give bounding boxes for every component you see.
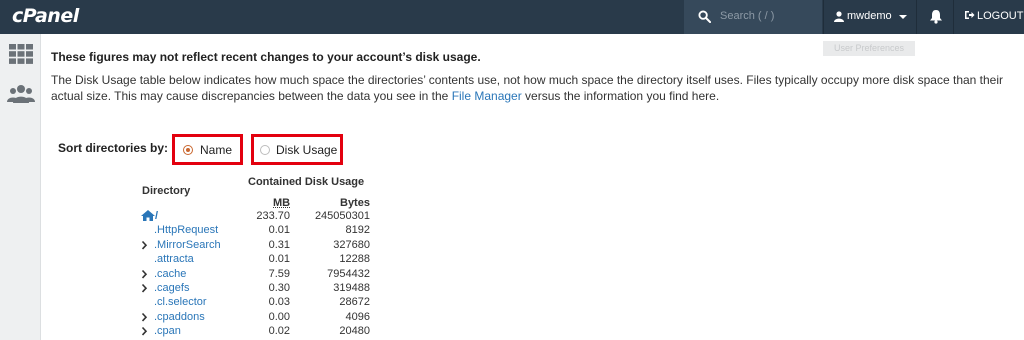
radio-unselected-icon bbox=[260, 145, 270, 155]
chevron-right-icon[interactable] bbox=[141, 311, 148, 323]
sort-by-name-radio[interactable]: Name bbox=[172, 134, 243, 165]
directory-link[interactable]: .cpaddons bbox=[154, 311, 205, 323]
description-text-end: versus the information you find here. bbox=[521, 89, 720, 103]
search-icon bbox=[698, 10, 711, 23]
mb-value: 7.59 bbox=[268, 267, 290, 280]
table-row: .cl.selector 0.03 28672 bbox=[51, 296, 451, 310]
chevron-right-icon[interactable] bbox=[141, 325, 148, 337]
mb-column-header: MB bbox=[273, 197, 291, 209]
grid-icon[interactable] bbox=[9, 44, 33, 64]
home-icon[interactable] bbox=[141, 210, 155, 221]
mb-value: 0.03 bbox=[268, 296, 290, 309]
mb-value: 0.02 bbox=[268, 325, 290, 338]
table-row: .HttpRequest 0.01 8192 bbox=[51, 224, 451, 238]
table-row: .MirrorSearch 0.31 327680 bbox=[51, 239, 451, 253]
users-icon[interactable] bbox=[7, 84, 35, 104]
search-input[interactable]: Search ( / ) bbox=[684, 0, 822, 34]
directory-link[interactable]: .cpan bbox=[154, 325, 181, 337]
table-row: .cpan 0.02 20480 bbox=[51, 325, 451, 339]
mb-value: 0.00 bbox=[268, 310, 290, 323]
logout-label: LOGOUT bbox=[977, 10, 1024, 22]
mb-value: 0.01 bbox=[268, 224, 290, 237]
bytes-value: 327680 bbox=[333, 238, 370, 251]
table-row: / 233.70 245050301 bbox=[51, 210, 451, 224]
logout-button[interactable]: LOGOUT bbox=[964, 10, 1023, 22]
user-menu-tooltip: User Preferences bbox=[823, 41, 915, 56]
sort-by-disk-usage-radio[interactable]: Disk Usage bbox=[251, 134, 343, 165]
top-bar: cPanel Search ( / ) mwdemo LOGOUT bbox=[0, 0, 1024, 34]
bytes-column-header: Bytes bbox=[340, 197, 370, 209]
notifications-button[interactable] bbox=[916, 0, 954, 34]
table-row: .cpaddons 0.00 4096 bbox=[51, 311, 451, 325]
directory-column-header: Directory bbox=[142, 185, 191, 197]
user-icon bbox=[834, 11, 844, 22]
search-placeholder: Search ( / ) bbox=[720, 10, 775, 22]
disk-usage-description: The Disk Usage table below indicates how… bbox=[51, 72, 1006, 104]
table-row: .cagefs 0.30 319488 bbox=[51, 282, 451, 296]
file-manager-link[interactable]: File Manager bbox=[452, 89, 522, 103]
user-menu-button[interactable]: mwdemo bbox=[823, 0, 915, 34]
bytes-value: 8192 bbox=[345, 224, 370, 237]
cpanel-logo[interactable]: cPanel bbox=[12, 5, 79, 27]
directory-link[interactable]: .HttpRequest bbox=[154, 224, 218, 236]
bytes-value: 28672 bbox=[339, 296, 370, 309]
username: mwdemo bbox=[847, 10, 892, 22]
chevron-right-icon[interactable] bbox=[141, 282, 148, 294]
radio-selected-icon bbox=[183, 145, 193, 155]
sort-by-disk-usage-label: Disk Usage bbox=[276, 143, 338, 157]
bytes-value: 319488 bbox=[333, 282, 370, 294]
chevron-down-icon bbox=[899, 15, 907, 19]
sort-by-name-label: Name bbox=[200, 143, 233, 157]
bytes-value: 12288 bbox=[339, 253, 370, 266]
directory-link[interactable]: .cl.selector bbox=[154, 296, 207, 308]
mb-value: 0.31 bbox=[268, 238, 290, 251]
sidebar bbox=[0, 34, 41, 340]
bytes-value: 245050301 bbox=[314, 210, 370, 222]
directory-link[interactable]: .MirrorSearch bbox=[154, 239, 221, 251]
disk-usage-warning: These figures may not reflect recent cha… bbox=[51, 50, 481, 64]
mb-value: 0.01 bbox=[268, 253, 290, 266]
mb-value: 0.30 bbox=[268, 282, 290, 294]
table-row: .cache 7.59 7954432 bbox=[51, 268, 451, 282]
chevron-right-icon[interactable] bbox=[141, 268, 148, 280]
logout-icon bbox=[965, 11, 975, 19]
bytes-value: 20480 bbox=[339, 325, 370, 338]
table-row: .attracta 0.01 12288 bbox=[51, 253, 451, 267]
chevron-right-icon[interactable] bbox=[141, 239, 148, 251]
directory-link[interactable]: / bbox=[155, 210, 158, 222]
sort-label: Sort directories by: bbox=[58, 141, 169, 155]
directory-link[interactable]: .cagefs bbox=[154, 282, 189, 294]
contained-disk-usage-header: Contained Disk Usage bbox=[248, 176, 365, 188]
bytes-value: 4096 bbox=[345, 310, 370, 323]
bytes-value: 7954432 bbox=[327, 267, 370, 280]
mb-value: 233.70 bbox=[256, 210, 290, 222]
directory-link[interactable]: .attracta bbox=[154, 253, 194, 265]
bell-icon bbox=[930, 10, 942, 24]
directory-link[interactable]: .cache bbox=[154, 268, 186, 280]
